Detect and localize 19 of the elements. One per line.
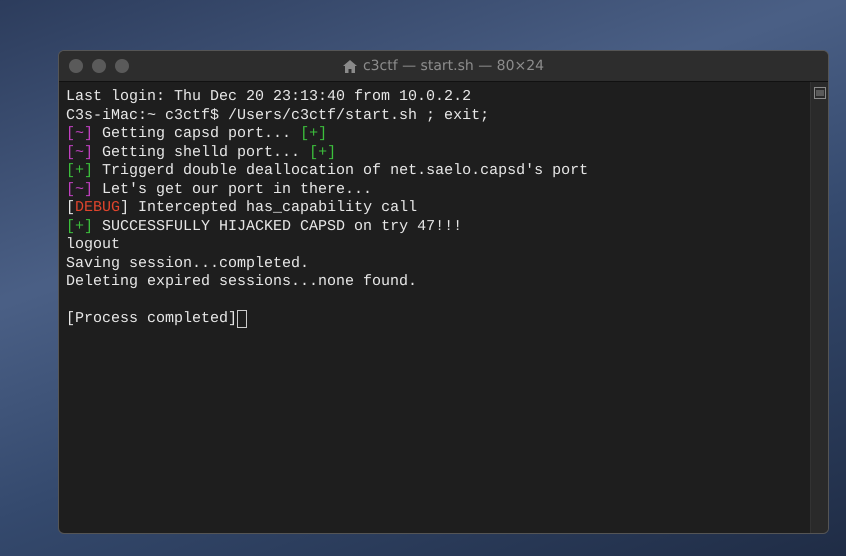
- terminal-line: [~] Let's get our port in there...: [66, 180, 374, 199]
- close-button[interactable]: [69, 59, 83, 73]
- zoom-button[interactable]: [115, 59, 129, 73]
- window-title: c3ctf — start.sh — 80×24: [362, 58, 544, 74]
- terminal-line: [~] Getting shelld port... [+]: [66, 144, 338, 162]
- terminal-line: [+] SUCCESSFULLY HIJACKED CAPSD on try 47!!!: [66, 218, 464, 236]
- terminal-line: [Process completed]: [66, 310, 238, 328]
- text-cursor: [237, 310, 248, 328]
- terminal-line: C3s-iMac:~ c3ctf$ /Users/c3ctf/start.sh ; exit;: [66, 106, 490, 125]
- terminal-line: Last login: Thu Dec 20 23:13:40 from 10.0.2.2: [66, 88, 472, 106]
- terminal-line: Deleting expired sessions...none found.: [66, 273, 418, 292]
- split-pane-icon[interactable]: [814, 87, 826, 99]
- terminal-line: [+] Triggerd double deallocation of net.saelo.capsd's port: [66, 162, 590, 180]
- terminal-line: [~] Getting capsd port... [+]: [66, 125, 328, 144]
- house-icon: [342, 60, 357, 72]
- minimize-button[interactable]: [92, 59, 106, 73]
- terminal-line: logout: [66, 236, 122, 254]
- terminal-line: [DEBUG] Intercepted has_capability call: [66, 199, 418, 218]
- terminal-line: Saving session...completed.: [66, 254, 310, 273]
